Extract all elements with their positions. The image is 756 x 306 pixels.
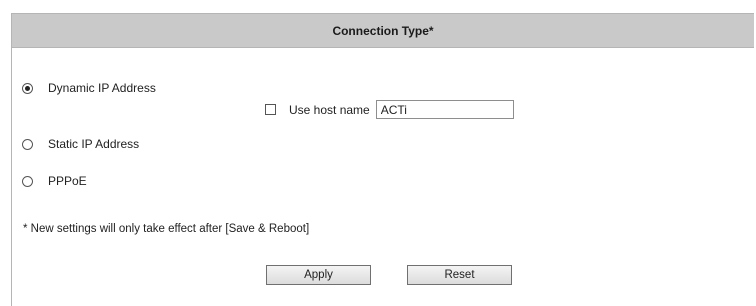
apply-button[interactable]: Apply [266,265,371,285]
use-host-name-checkbox[interactable] [265,104,276,115]
panel-header: Connection Type* [12,14,754,48]
reset-button[interactable]: Reset [407,265,512,285]
dynamic-ip-label: Dynamic IP Address [48,81,156,95]
connection-type-panel: Connection Type* Dynamic IP Address Use … [11,13,754,306]
pppoe-label: PPPoE [48,174,87,188]
host-name-input[interactable] [375,100,514,119]
option-dynamic-ip[interactable]: Dynamic IP Address [22,81,156,95]
reboot-note: * New settings will only take effect aft… [23,223,310,235]
pppoe-radio[interactable] [22,175,33,187]
use-host-name-label: Use host name [289,102,370,117]
dynamic-ip-radio[interactable] [22,82,33,94]
option-static-ip[interactable]: Static IP Address [22,137,139,151]
static-ip-label: Static IP Address [48,137,140,151]
static-ip-radio[interactable] [22,138,33,150]
host-name-row: Use host name [265,100,514,119]
radio-selected-dot [25,85,30,91]
option-pppoe[interactable]: PPPoE [22,174,87,188]
